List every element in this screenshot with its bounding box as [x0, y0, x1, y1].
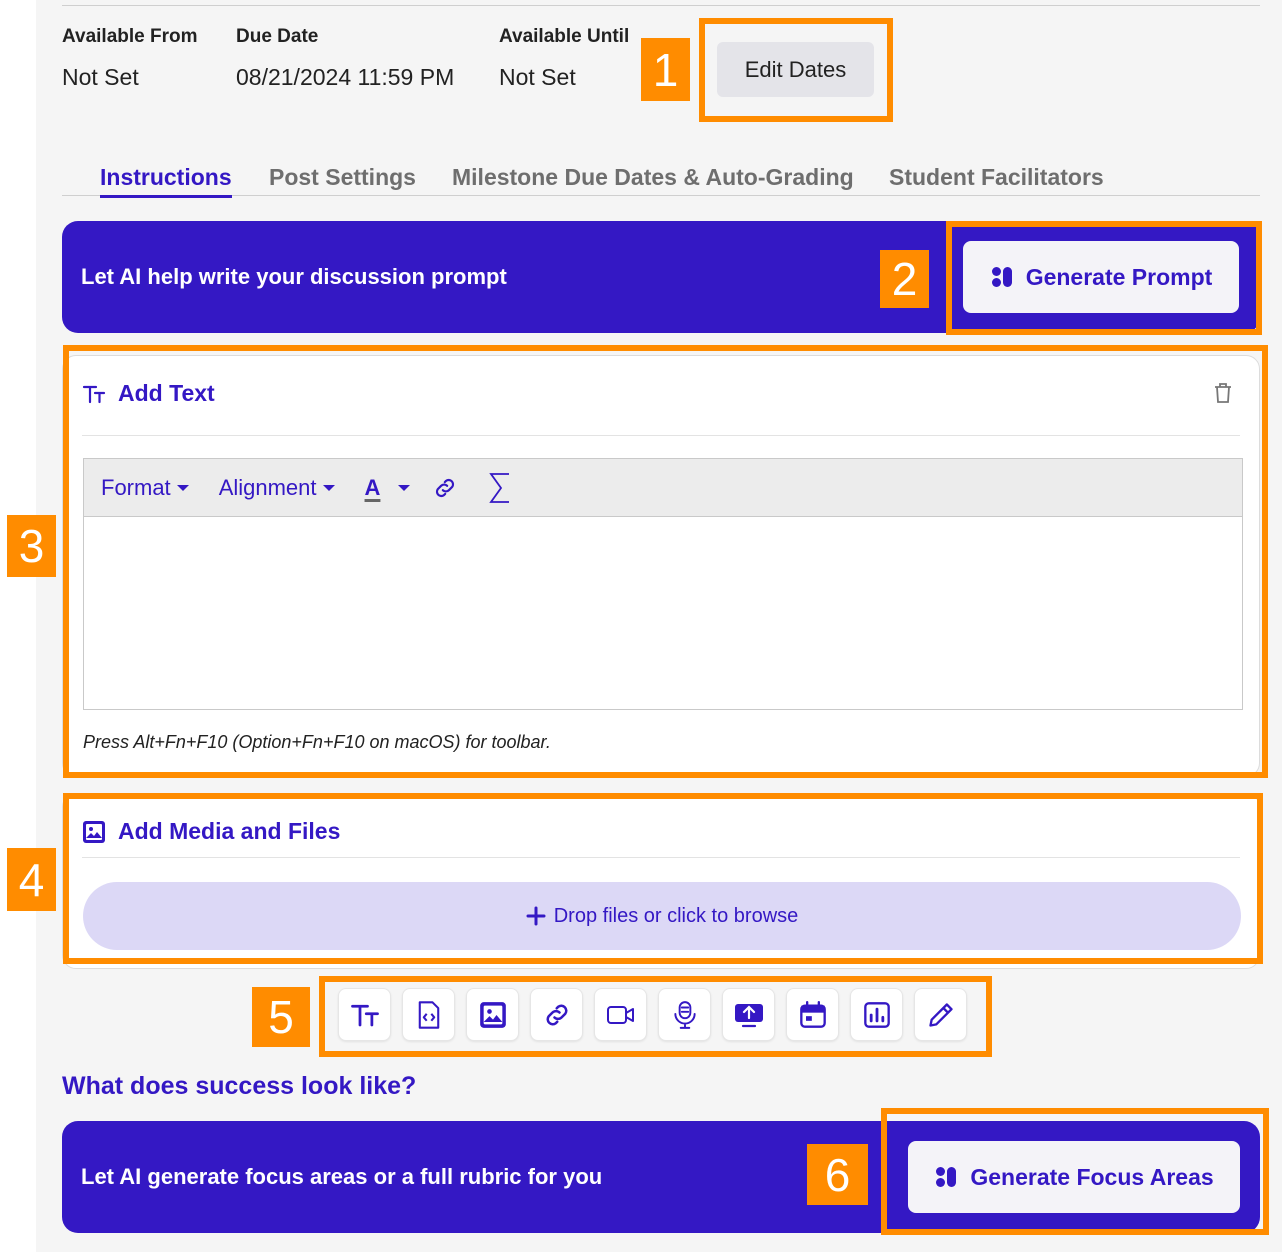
text-block-icon: [350, 1004, 379, 1026]
ai-sparkle-icon: [990, 265, 1014, 289]
callout-number-3: 3: [7, 515, 56, 577]
success-heading: What does success look like?: [62, 1072, 417, 1100]
embed-code-icon: [418, 1000, 439, 1029]
chevron-down-icon: [398, 484, 411, 491]
alignment-dropdown[interactable]: Alignment: [219, 475, 335, 501]
add-image-button[interactable]: [466, 988, 519, 1041]
chevron-down-icon: [322, 484, 335, 491]
dropzone-label: Drop files or click to browse: [553, 904, 799, 927]
edit-dates-button[interactable]: Edit Dates: [717, 42, 874, 97]
editor-toolbar: Format Alignment A: [84, 459, 1242, 517]
available-from-value: Not Set: [62, 64, 139, 90]
ai-prompt-banner-text: Let AI help write your discussion prompt: [81, 264, 507, 289]
format-label: Format: [101, 474, 171, 500]
generate-prompt-label: Generate Prompt: [1025, 263, 1213, 290]
add-video-button[interactable]: [594, 988, 647, 1041]
image-icon: [82, 820, 106, 844]
ai-prompt-banner: Let AI help write your discussion prompt…: [62, 221, 1260, 333]
due-date-label: Due Date: [236, 26, 319, 47]
screen-upload-icon: [734, 1003, 763, 1027]
video-icon: [606, 1005, 634, 1024]
add-text-block-button[interactable]: [338, 988, 391, 1041]
sigma-icon: [489, 472, 510, 503]
add-poll-button[interactable]: [850, 988, 903, 1041]
generate-prompt-button[interactable]: Generate Prompt: [963, 241, 1239, 313]
available-until-value: Not Set: [499, 64, 576, 90]
add-drawing-button[interactable]: [914, 988, 967, 1041]
add-calendar-button[interactable]: [786, 988, 839, 1041]
tab-milestone-due-dates[interactable]: Milestone Due Dates & Auto-Grading: [452, 164, 854, 191]
tab-bar: Instructions Post Settings Milestone Due…: [62, 160, 1260, 198]
add-media-header: Add Media and Files: [82, 818, 340, 845]
text-format-icon: [82, 382, 106, 406]
file-dropzone[interactable]: Drop files or click to browse: [83, 882, 1241, 950]
tab-student-facilitators[interactable]: Student Facilitators: [889, 164, 1104, 191]
pencil-icon: [928, 1002, 953, 1027]
add-text-divider: [82, 435, 1240, 436]
insert-equation-button[interactable]: [488, 472, 512, 504]
image-block-icon: [479, 1001, 506, 1028]
add-screen-recording-button[interactable]: [722, 988, 775, 1041]
add-audio-button[interactable]: [658, 988, 711, 1041]
text-color-dropdown[interactable]: A: [365, 475, 411, 501]
insert-link-button[interactable]: [432, 475, 458, 501]
link-icon: [436, 478, 455, 497]
available-from-label: Available From: [62, 26, 198, 47]
callout-number-1: 1: [641, 38, 690, 101]
top-divider: [62, 5, 1260, 6]
add-media-divider: [82, 857, 1240, 858]
generate-focus-areas-button[interactable]: Generate Focus Areas: [908, 1141, 1240, 1213]
add-link-button[interactable]: [530, 988, 583, 1041]
available-from: Available From Not Set: [62, 26, 198, 91]
available-until-label: Available Until: [499, 26, 630, 47]
add-media-title: Add Media and Files: [118, 818, 341, 844]
poll-chart-icon: [863, 1001, 890, 1028]
trash-icon[interactable]: [1213, 382, 1233, 404]
add-media-card: Add Media and Files Drop files or click …: [62, 793, 1260, 969]
callout-number-2: 2: [880, 250, 929, 308]
callout-number-4: 4: [7, 848, 56, 911]
generate-focus-areas-label: Generate Focus Areas: [970, 1163, 1214, 1190]
due-date-value: 08/21/2024 11:59 PM: [236, 64, 455, 90]
add-text-title: Add Text: [118, 380, 215, 406]
due-date: Due Date 08/21/2024 11:59 PM: [236, 26, 454, 91]
content-block-toolbar: [338, 988, 967, 1041]
alignment-label: Alignment: [218, 474, 317, 500]
add-embed-button[interactable]: [402, 988, 455, 1041]
add-text-header: Add Text: [82, 380, 215, 407]
ai-focus-banner: Let AI generate focus areas or a full ru…: [62, 1121, 1260, 1233]
add-text-card: Add Text Format Alignment A Press Alt+Fn…: [62, 355, 1260, 777]
chevron-down-icon: [176, 484, 189, 491]
calendar-icon: [799, 1000, 826, 1028]
available-until: Available Until Not Set: [499, 26, 629, 91]
tab-post-settings[interactable]: Post Settings: [269, 164, 416, 191]
toolbar-hint: Press Alt+Fn+F10 (Option+Fn+F10 on macOS…: [83, 732, 551, 752]
format-dropdown[interactable]: Format: [101, 475, 189, 501]
link-block-icon: [546, 1004, 567, 1025]
callout-number-6: 6: [807, 1144, 868, 1205]
ai-sparkle-icon: [934, 1165, 958, 1189]
ai-focus-banner-text: Let AI generate focus areas or a full ru…: [81, 1164, 603, 1189]
tab-instructions[interactable]: Instructions: [100, 164, 232, 198]
microphone-icon: [673, 1000, 696, 1029]
plus-icon: [526, 906, 546, 926]
text-color-icon: A: [364, 474, 381, 500]
callout-number-5: 5: [252, 987, 310, 1047]
rich-text-editor[interactable]: Format Alignment A: [83, 458, 1243, 710]
